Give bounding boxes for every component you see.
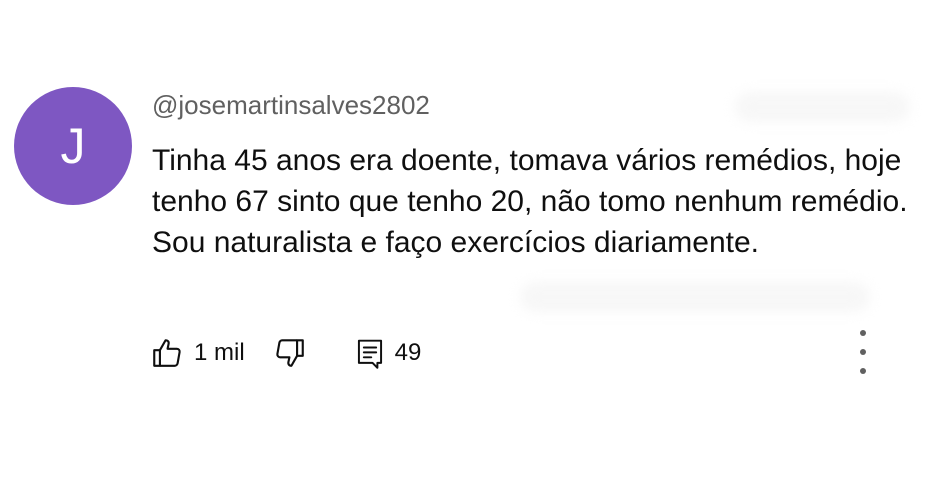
thumbs-down-icon <box>273 336 307 370</box>
reply-count: 49 <box>394 339 422 366</box>
more-vert-icon <box>860 330 866 374</box>
blurred-region <box>520 282 870 312</box>
dislike-button[interactable] <box>273 336 307 370</box>
comment-author[interactable]: @josemartinsalves2802 <box>152 90 430 121</box>
like-count: 1 mil <box>194 339 245 366</box>
thumbs-up-icon <box>150 336 184 370</box>
like-button[interactable]: 1 mil <box>150 336 245 370</box>
avatar[interactable]: J <box>14 87 132 205</box>
blurred-region <box>735 92 910 122</box>
avatar-letter: J <box>60 118 86 174</box>
comment-icon <box>355 337 385 369</box>
replies-button[interactable]: 49 <box>355 337 422 369</box>
comment-actions: 1 mil 49 <box>150 333 421 373</box>
comment-text: Tinha 45 anos era doente, tomava vários … <box>152 144 908 259</box>
more-options-button[interactable] <box>851 330 875 374</box>
comment: J @josemartinsalves2802 Tinha 45 anos er… <box>0 0 945 481</box>
